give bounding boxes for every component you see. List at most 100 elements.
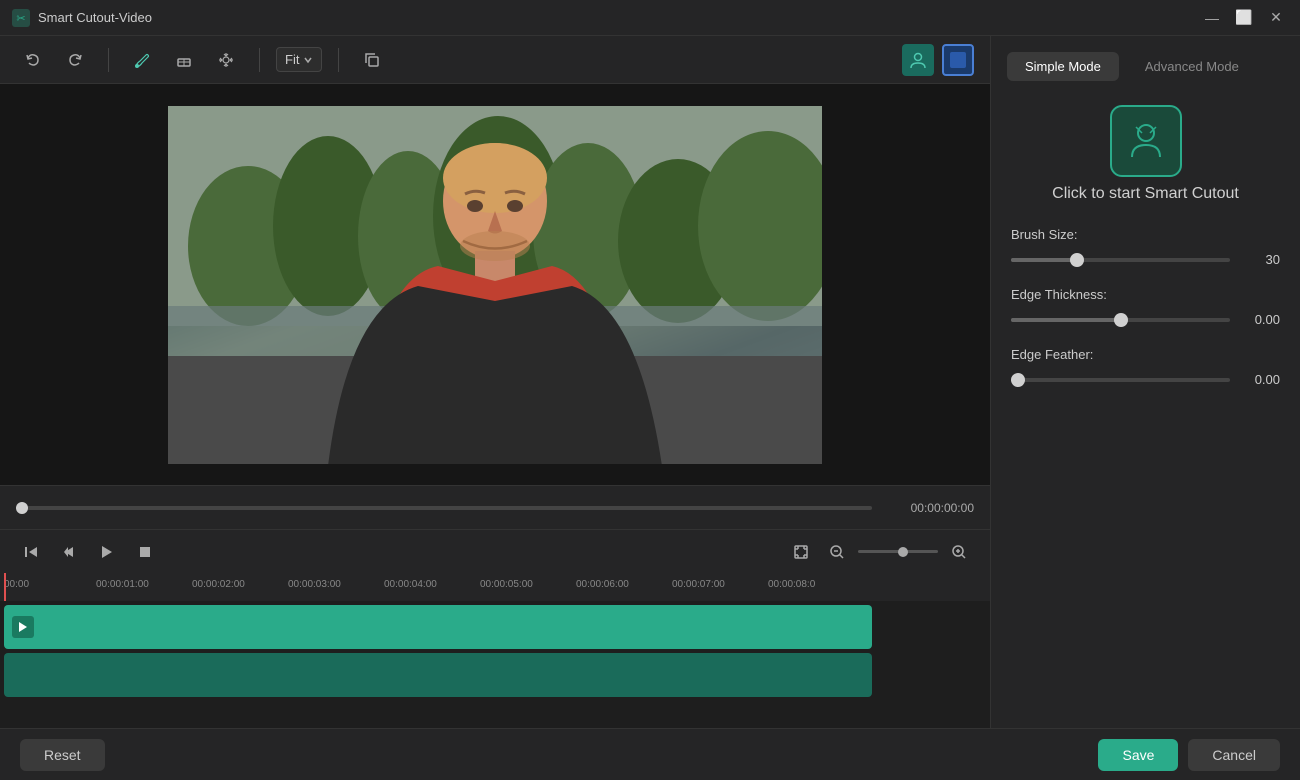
controls-bar bbox=[0, 529, 990, 573]
ruler-label-8: 00:00:08:0 bbox=[768, 579, 815, 590]
ruler-label-1: 00:00:01:00 bbox=[96, 579, 149, 590]
zoom-thumb[interactable] bbox=[898, 547, 908, 557]
fit-label: Fit bbox=[285, 52, 299, 67]
timeline-ruler: 00:00 00:00:01:00 00:00:02:00 00:00:03:0… bbox=[0, 573, 990, 601]
ruler-label-2: 00:00:02:00 bbox=[192, 579, 245, 590]
progress-bar[interactable] bbox=[16, 506, 872, 510]
timeline-container: 00:00 00:00:01:00 00:00:02:00 00:00:03:0… bbox=[0, 573, 990, 728]
toolbar: Fit bbox=[0, 36, 990, 84]
brush-icon bbox=[133, 51, 151, 69]
edge-feather-slider-row: 0.00 bbox=[1011, 372, 1280, 387]
undo-redo-group bbox=[16, 43, 92, 77]
person-view-button[interactable] bbox=[902, 44, 934, 76]
ruler-label-0: 00:00 bbox=[4, 579, 29, 590]
eraser-tool-button[interactable] bbox=[167, 43, 201, 77]
smart-cutout-area: Click to start Smart Cutout bbox=[991, 81, 1300, 219]
play-track-icon bbox=[16, 620, 30, 634]
save-button[interactable]: Save bbox=[1098, 739, 1178, 771]
ruler-label-3: 00:00:03:00 bbox=[288, 579, 341, 590]
ruler-label-5: 00:00:05:00 bbox=[480, 579, 533, 590]
edge-thickness-fill bbox=[1011, 318, 1121, 322]
video-bg bbox=[168, 106, 822, 464]
view-toggle-group bbox=[902, 44, 974, 76]
right-panel: Simple Mode Advanced Mode Click to start… bbox=[990, 36, 1300, 728]
video-frame bbox=[168, 106, 822, 464]
redo-button[interactable] bbox=[58, 43, 92, 77]
smart-cutout-label: Click to start Smart Cutout bbox=[1052, 185, 1239, 203]
zoom-in-button[interactable] bbox=[944, 537, 974, 567]
person-icon bbox=[908, 50, 928, 70]
mode-tabs: Simple Mode Advanced Mode bbox=[991, 36, 1300, 81]
undo-icon bbox=[24, 51, 42, 69]
copy-button[interactable] bbox=[355, 43, 389, 77]
settings-area: Brush Size: 30 Edge Thickness: bbox=[991, 219, 1300, 728]
video-track-2[interactable] bbox=[4, 653, 872, 697]
simple-mode-tab[interactable]: Simple Mode bbox=[1007, 52, 1119, 81]
cancel-button[interactable]: Cancel bbox=[1188, 739, 1280, 771]
title-bar: ✂ Smart Cutout-Video — ⬜ ✕ bbox=[0, 0, 1300, 36]
zoom-in-icon bbox=[951, 544, 967, 560]
edge-thickness-label: Edge Thickness: bbox=[1011, 287, 1280, 302]
stop-icon bbox=[137, 544, 153, 560]
pan-icon bbox=[217, 51, 235, 69]
zoom-fit-button[interactable] bbox=[786, 537, 816, 567]
zoom-fit-icon bbox=[792, 543, 810, 561]
stop-button[interactable] bbox=[130, 537, 160, 567]
frame-back-button[interactable] bbox=[54, 537, 84, 567]
play-button[interactable] bbox=[92, 537, 122, 567]
video-canvas bbox=[0, 84, 990, 485]
edge-thickness-thumb[interactable] bbox=[1114, 313, 1128, 327]
chevron-down-icon bbox=[303, 55, 313, 65]
title-bar-controls: — ⬜ ✕ bbox=[1200, 6, 1288, 30]
maximize-button[interactable]: ⬜ bbox=[1232, 6, 1256, 30]
copy-icon bbox=[363, 51, 381, 69]
reset-button[interactable]: Reset bbox=[20, 739, 105, 771]
bottom-bar: Reset Save Cancel bbox=[0, 728, 1300, 780]
tool-group bbox=[125, 43, 243, 77]
timecode: 00:00:00:00 bbox=[884, 501, 974, 515]
playhead-line bbox=[4, 573, 6, 601]
brush-size-fill bbox=[1011, 258, 1077, 262]
advanced-mode-tab[interactable]: Advanced Mode bbox=[1127, 52, 1257, 81]
play-icon bbox=[99, 544, 115, 560]
video-track-1[interactable] bbox=[4, 605, 872, 649]
brush-size-track[interactable] bbox=[1011, 258, 1230, 262]
zoom-out-button[interactable] bbox=[822, 537, 852, 567]
ruler-label-7: 00:00:07:00 bbox=[672, 579, 725, 590]
ruler-label-4: 00:00:04:00 bbox=[384, 579, 437, 590]
edge-feather-value: 0.00 bbox=[1240, 372, 1280, 387]
main-layout: Fit bbox=[0, 36, 1300, 728]
video-placeholder bbox=[168, 106, 822, 464]
edge-feather-track[interactable] bbox=[1011, 378, 1230, 382]
zoom-out-icon bbox=[829, 544, 845, 560]
brush-size-thumb[interactable] bbox=[1070, 253, 1084, 267]
edge-thickness-group: Edge Thickness: 0.00 bbox=[1011, 287, 1280, 327]
track-icon-1 bbox=[12, 616, 34, 638]
undo-button[interactable] bbox=[16, 43, 50, 77]
color-swatch bbox=[950, 52, 966, 68]
minimize-button[interactable]: — bbox=[1200, 6, 1224, 30]
redo-icon bbox=[66, 51, 84, 69]
color-view-button[interactable] bbox=[942, 44, 974, 76]
toolbar-sep-3 bbox=[338, 48, 339, 72]
zoom-slider[interactable] bbox=[858, 550, 938, 553]
eraser-icon bbox=[175, 51, 193, 69]
progress-thumb[interactable] bbox=[16, 502, 28, 514]
smart-cutout-button[interactable] bbox=[1110, 105, 1182, 177]
edge-thickness-track[interactable] bbox=[1011, 318, 1230, 322]
fit-dropdown[interactable]: Fit bbox=[276, 47, 322, 72]
edge-thickness-slider-row: 0.00 bbox=[1011, 312, 1280, 327]
svg-text:✂: ✂ bbox=[16, 13, 25, 25]
skip-back-button[interactable] bbox=[16, 537, 46, 567]
ruler-label-6: 00:00:06:00 bbox=[576, 579, 629, 590]
brush-size-value: 30 bbox=[1240, 252, 1280, 267]
pan-tool-button[interactable] bbox=[209, 43, 243, 77]
app-title: Smart Cutout-Video bbox=[38, 10, 152, 25]
brush-tool-button[interactable] bbox=[125, 43, 159, 77]
close-button[interactable]: ✕ bbox=[1264, 6, 1288, 30]
frame-back-icon bbox=[61, 544, 77, 560]
zoom-controls bbox=[786, 537, 974, 567]
brush-size-slider-row: 30 bbox=[1011, 252, 1280, 267]
playback-bar: 00:00:00:00 bbox=[0, 485, 990, 529]
edge-feather-thumb[interactable] bbox=[1011, 373, 1025, 387]
